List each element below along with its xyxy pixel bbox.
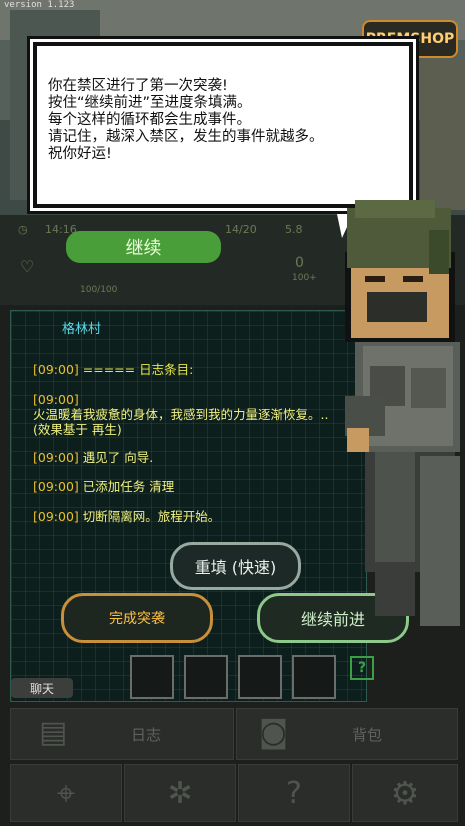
version-label: version 1.123 <box>4 0 75 10</box>
continue-button[interactable]: 继续 <box>66 231 221 263</box>
nav-backpack-label: 背包 <box>352 726 383 744</box>
log-time: [09:00] <box>33 509 79 524</box>
log-entry: [09:00] 已添加任务 清理 <box>33 479 373 494</box>
camp-icon: ✲ <box>167 775 193 811</box>
log-time: [09:00] <box>33 479 79 494</box>
backpack-icon: ◙ <box>259 715 289 750</box>
counter-value: 0 <box>295 255 304 271</box>
log-entry: [09:00] ===== 日志条目: <box>33 362 373 377</box>
inventory-slot[interactable] <box>184 655 228 699</box>
help-button[interactable]: ? <box>350 656 374 680</box>
mid-stat: 14/20 <box>225 223 257 236</box>
right-stat: 5.8 <box>285 223 303 236</box>
soldier-character <box>345 200 460 626</box>
inventory-slot[interactable] <box>238 655 282 699</box>
nav-log-label: 日志 <box>131 726 162 744</box>
nav-log[interactable]: ▤ 日志 <box>10 708 234 760</box>
nav-camp[interactable]: ✲ <box>124 764 236 822</box>
log-time: [09:00] <box>33 392 79 407</box>
dialog-text: 你在禁区进行了第一次突袭! 按住“继续前进”至进度条填满。 每个这样的循环都会生… <box>48 78 324 162</box>
map-question-icon: ? <box>286 775 302 811</box>
ammo-value: 100+ <box>292 273 317 283</box>
nav-backpack[interactable]: ◙ 背包 <box>236 708 458 760</box>
inventory-slot[interactable] <box>130 655 174 699</box>
nav-map[interactable]: ⌖ <box>10 764 122 822</box>
location-name: 格林村 <box>62 322 102 337</box>
hp-value: 100/100 <box>80 285 118 295</box>
log-text: 切断隔离网。旅程开始。 <box>82 509 221 524</box>
clock-icon: ◷ <box>18 223 28 236</box>
log-text: ===== 日志条目: <box>82 362 194 377</box>
inventory-slot[interactable] <box>292 655 336 699</box>
heart-icon: ♡ <box>20 257 35 276</box>
log-time: [09:00] <box>33 450 79 465</box>
chat-button[interactable]: 聊天 <box>11 678 73 698</box>
tutorial-dialog: 你在禁区进行了第一次突袭! 按住“继续前进”至进度条填满。 每个这样的循环都会生… <box>33 42 413 208</box>
log-text: 已添加任务 清理 <box>82 479 175 494</box>
log-time: [09:00] <box>33 362 79 377</box>
refill-quick-button[interactable]: 重填 (快速) <box>170 542 301 590</box>
log-entry: [09:00] 遇见了 向导. <box>33 450 373 465</box>
finish-raid-button[interactable]: 完成突袭 <box>61 593 213 643</box>
log-text: 火温暖着我疲惫的身体，我感到我的力量逐渐恢复。.. (效果基于 再生) <box>33 407 329 437</box>
log-text: 遇见了 向导. <box>82 450 154 465</box>
gear-icon: ⚙ <box>390 774 420 812</box>
nav-quests[interactable]: ? <box>238 764 350 822</box>
map-pin-icon: ⌖ <box>56 773 76 812</box>
book-icon: ▤ <box>39 715 68 750</box>
log-entry: [09:00] 切断隔离网。旅程开始。 <box>33 509 373 524</box>
nav-settings[interactable]: ⚙ <box>352 764 458 822</box>
log-entry: [09:00] 火温暖着我疲惫的身体，我感到我的力量逐渐恢复。.. (效果基于 … <box>33 392 373 437</box>
